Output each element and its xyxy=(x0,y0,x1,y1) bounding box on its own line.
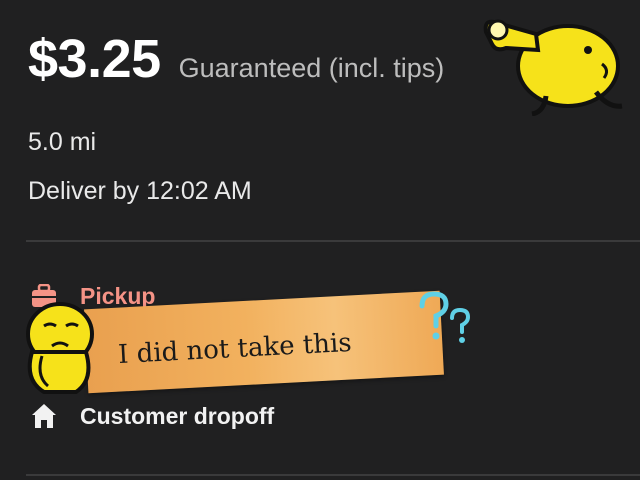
distance-text: 5.0 mi xyxy=(28,128,97,156)
question-marks-icon xyxy=(412,288,476,350)
pay-row: $3.25 Guaranteed (incl. tips) xyxy=(28,28,444,90)
sad-character-sticker xyxy=(14,296,106,396)
stop-dropoff: Customer dropoff xyxy=(30,402,274,430)
pay-amount: $3.25 xyxy=(28,29,161,89)
pointing-character-sticker xyxy=(476,4,636,117)
divider xyxy=(26,240,640,242)
deliver-by-text: Deliver by 12:02 AM xyxy=(28,177,252,205)
house-icon xyxy=(30,402,58,430)
stop-label: Customer dropoff xyxy=(80,402,275,429)
divider xyxy=(26,474,640,476)
delivery-offer-card: $3.25 Guaranteed (incl. tips) 5.0 mi Del… xyxy=(0,0,640,480)
pay-guarantee-note: Guaranteed (incl. tips) xyxy=(178,53,445,83)
